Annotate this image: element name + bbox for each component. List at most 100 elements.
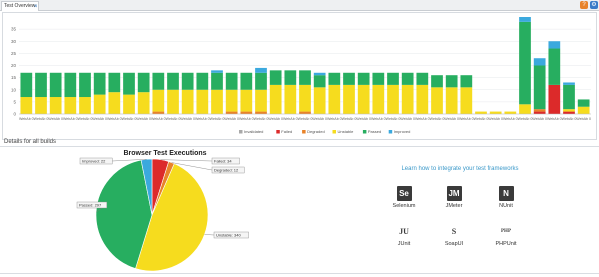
legend-label[interactable]: Failed xyxy=(281,129,292,134)
bar-segment-unstable[interactable] xyxy=(357,84,370,114)
bar-segment-unstable[interactable] xyxy=(269,84,282,114)
bar-segment-unstable[interactable] xyxy=(445,87,458,114)
bar-segment-improved[interactable] xyxy=(255,67,267,73)
bar-segment-passed[interactable] xyxy=(387,72,399,85)
bar-segment-passed[interactable] xyxy=(416,72,429,85)
framework-phpunit[interactable]: PHP PHPUnit xyxy=(486,224,526,247)
bar-segment-unstable[interactable] xyxy=(255,89,267,112)
bar-segment-passed[interactable] xyxy=(137,72,150,93)
bar-segment-improved[interactable] xyxy=(313,72,326,76)
bar-segment-passed[interactable] xyxy=(20,72,33,98)
bar-segment-degraded[interactable] xyxy=(255,111,267,114)
legend-label[interactable]: Degraded xyxy=(307,129,325,134)
bar-segment-passed[interactable] xyxy=(357,72,370,85)
bar-segment-unstable[interactable] xyxy=(489,111,502,114)
bar-segment-unstable[interactable] xyxy=(64,97,77,114)
bar-segment-unstable[interactable] xyxy=(35,97,47,114)
bar-segment-passed[interactable] xyxy=(519,21,531,105)
bar-segment-improved[interactable] xyxy=(563,82,575,85)
bar-segment-passed[interactable] xyxy=(401,72,414,85)
integrate-frameworks-link[interactable]: Learn how to integrate your test framewo… xyxy=(360,166,560,172)
bar-segment-failed[interactable] xyxy=(533,111,546,114)
bar-segment-passed[interactable] xyxy=(284,70,297,85)
bar-segment-failed[interactable] xyxy=(563,111,575,114)
bar-segment-unstable[interactable] xyxy=(49,97,62,114)
bar-segment-passed[interactable] xyxy=(167,72,179,90)
bar-segment-unstable[interactable] xyxy=(343,84,355,114)
bar-segment-passed[interactable] xyxy=(372,72,385,85)
bar-segment-passed[interactable] xyxy=(225,72,238,90)
bar-segment-unstable[interactable] xyxy=(372,84,385,114)
bar-segment-passed[interactable] xyxy=(35,72,47,98)
bar-segment-unstable[interactable] xyxy=(460,87,473,114)
legend-label[interactable]: Invalidated xyxy=(244,129,263,134)
legend-label[interactable]: Unstable xyxy=(338,129,355,134)
bar-segment-passed[interactable] xyxy=(211,72,223,90)
bar-segment-unstable[interactable] xyxy=(563,109,575,112)
bar-segment-unstable[interactable] xyxy=(431,87,443,114)
bar-segment-passed[interactable] xyxy=(255,72,267,90)
bar-segment-passed[interactable] xyxy=(460,75,473,88)
bar-segment-improved[interactable] xyxy=(533,58,546,66)
bar-segment-unstable[interactable] xyxy=(401,84,414,114)
bar-segment-degraded[interactable] xyxy=(152,111,165,114)
bar-segment-improved[interactable] xyxy=(211,70,223,73)
bar-segment-passed[interactable] xyxy=(313,75,326,88)
bar-segment-unstable[interactable] xyxy=(240,89,253,112)
close-icon[interactable]: × xyxy=(34,3,38,11)
bar-segment-passed[interactable] xyxy=(577,99,590,107)
bar-segment-unstable[interactable] xyxy=(387,84,399,114)
bar-segment-passed[interactable] xyxy=(93,72,106,95)
bar-segment-unstable[interactable] xyxy=(577,106,590,114)
legend-label[interactable]: Improved xyxy=(394,129,411,134)
bar-segment-unstable[interactable] xyxy=(196,89,209,114)
bar-segment-passed[interactable] xyxy=(431,75,443,88)
bar-segment-degraded[interactable] xyxy=(225,111,238,114)
bar-segment-unstable[interactable] xyxy=(93,94,106,114)
framework-jmeter[interactable]: JM JMeter xyxy=(434,186,474,209)
bar-segment-passed[interactable] xyxy=(108,72,121,93)
bar-segment-degraded[interactable] xyxy=(240,111,253,114)
bar-segment-passed[interactable] xyxy=(328,72,341,85)
bar-segment-unstable[interactable] xyxy=(79,97,91,114)
bar-segment-degraded[interactable] xyxy=(533,109,546,112)
bar-segment-unstable[interactable] xyxy=(284,84,297,114)
gear-icon[interactable]: ⚙ xyxy=(590,1,598,9)
framework-nunit[interactable]: N NUnit xyxy=(486,186,526,209)
bar-segment-unstable[interactable] xyxy=(181,89,194,114)
bar-segment-passed[interactable] xyxy=(49,72,62,98)
bar-segment-unstable[interactable] xyxy=(152,89,165,112)
bar-segment-unstable[interactable] xyxy=(137,92,150,114)
bar-segment-passed[interactable] xyxy=(181,72,194,90)
bar-segment-improved[interactable] xyxy=(548,41,561,49)
bar-segment-passed[interactable] xyxy=(196,72,209,90)
legend-label[interactable]: Passed xyxy=(368,129,381,134)
bar-segment-unstable[interactable] xyxy=(108,92,121,114)
bar-segment-passed[interactable] xyxy=(152,72,165,90)
framework-selenium[interactable]: Se Selenium xyxy=(384,186,424,209)
bar-segment-failed[interactable] xyxy=(548,84,561,114)
bar-segment-unstable[interactable] xyxy=(519,104,531,114)
framework-soapui[interactable]: S SoapUI xyxy=(434,224,474,247)
bar-segment-passed[interactable] xyxy=(533,65,546,110)
help-icon[interactable]: ? xyxy=(580,1,588,9)
bar-segment-passed[interactable] xyxy=(299,70,311,85)
bar-segment-passed[interactable] xyxy=(79,72,91,98)
bar-segment-passed[interactable] xyxy=(240,72,253,90)
bar-segment-unstable[interactable] xyxy=(328,84,341,114)
framework-junit[interactable]: JU JUnit xyxy=(384,224,424,247)
bar-segment-improved[interactable] xyxy=(519,17,531,22)
bar-segment-unstable[interactable] xyxy=(313,87,326,114)
bar-segment-unstable[interactable] xyxy=(504,111,517,114)
bar-segment-degraded[interactable] xyxy=(299,111,311,114)
bar-segment-unstable[interactable] xyxy=(299,84,311,112)
bar-segment-unstable[interactable] xyxy=(123,94,135,114)
bar-segment-unstable[interactable] xyxy=(225,89,238,112)
bar-segment-passed[interactable] xyxy=(563,84,575,110)
bar-segment-passed[interactable] xyxy=(269,70,282,85)
bar-segment-passed[interactable] xyxy=(548,48,561,85)
bar-segment-unstable[interactable] xyxy=(167,89,179,114)
tab-test-overview[interactable]: Test Overview × xyxy=(1,1,39,11)
bar-segment-passed[interactable] xyxy=(64,72,77,98)
bar-segment-unstable[interactable] xyxy=(211,89,223,114)
